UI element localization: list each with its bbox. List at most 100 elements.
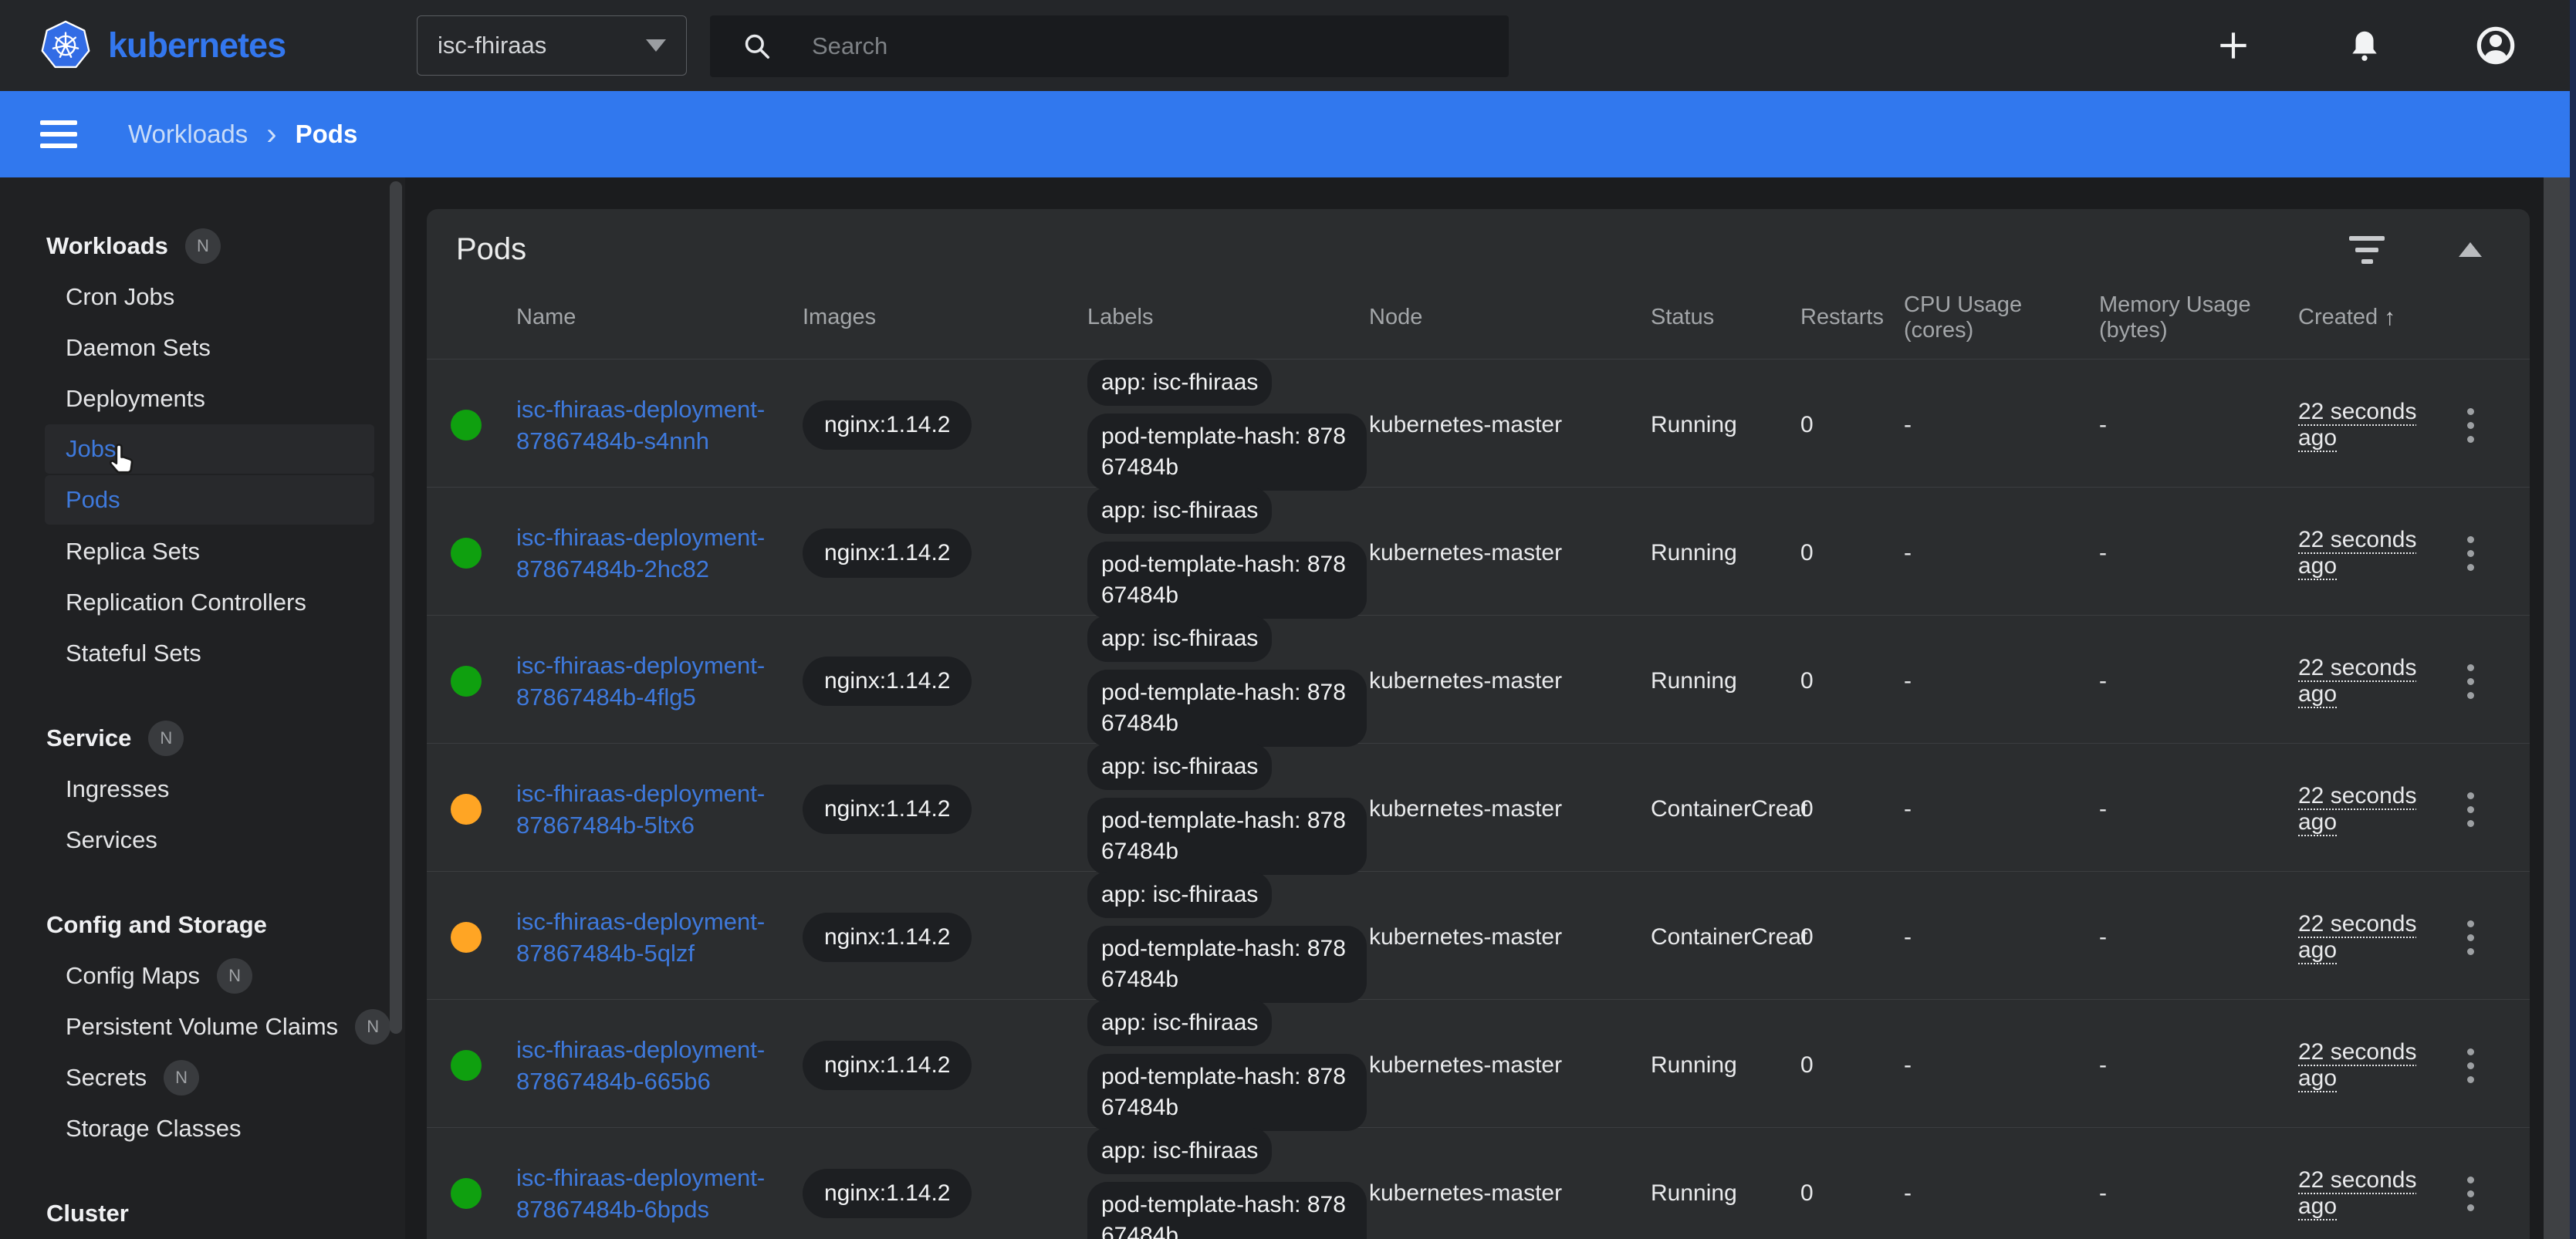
memory-cell: - (2099, 540, 2298, 566)
sidebar-item-replica-sets[interactable]: Replica Sets (0, 526, 405, 577)
sidebar-scrollbar[interactable] (390, 181, 402, 1034)
node-cell: kubernetes-master (1369, 412, 1651, 438)
pods-card: Pods Name Images Labels Node Status Rest… (427, 209, 2530, 1239)
sidebar-item-ingresses[interactable]: Ingresses (0, 764, 405, 815)
node-cell: kubernetes-master (1369, 924, 1651, 950)
sidebar-item-cron-jobs[interactable]: Cron Jobs (0, 272, 405, 322)
pod-name-link[interactable]: isc-fhiraas-deployment-87867484b-665b6 (516, 1034, 783, 1097)
search-icon (742, 32, 772, 61)
sidebar-item-storage-classes[interactable]: Storage Classes (0, 1103, 405, 1154)
row-menu-button[interactable] (2466, 792, 2530, 827)
created-cell: 22 seconds ago (2298, 911, 2429, 964)
col-header-memory[interactable]: Memory Usage (bytes) (2099, 292, 2298, 343)
col-header-name[interactable]: Name (516, 305, 803, 330)
sidebar-section-workloads: Workloads N (0, 221, 405, 272)
label-chip: pod-template-hash: 87867484b (1087, 926, 1367, 1003)
sidebar-item-persistent-volume-claims[interactable]: Persistent Volume Claims N (0, 1001, 405, 1052)
sidebar-item-services[interactable]: Services (0, 815, 405, 866)
account-button[interactable] (2476, 25, 2516, 66)
memory-cell: - (2099, 796, 2298, 822)
chevron-right-icon: › (266, 119, 276, 150)
sidebar-item-config-maps[interactable]: Config Maps N (0, 950, 405, 1001)
sidebar-section-cluster: Cluster (0, 1188, 405, 1239)
menu-hamburger-button[interactable] (40, 120, 77, 148)
memory-cell: - (2099, 1180, 2298, 1207)
status-dot (451, 538, 482, 569)
namespaced-badge: N (164, 1060, 199, 1096)
col-header-images[interactable]: Images (803, 305, 1087, 330)
node-cell: kubernetes-master (1369, 1180, 1651, 1207)
search-bar[interactable]: Search (710, 15, 1509, 77)
pod-name-link[interactable]: isc-fhiraas-deployment-87867484b-5qlzf (516, 906, 783, 969)
pod-name-link[interactable]: isc-fhiraas-deployment-87867484b-4flg5 (516, 650, 783, 713)
cpu-cell: - (1904, 796, 2099, 822)
page-scrollbar[interactable] (2544, 177, 2570, 1239)
col-header-restarts[interactable]: Restarts (1800, 305, 1904, 330)
col-header-created[interactable]: Created ↑ (2298, 305, 2466, 331)
pod-name-link[interactable]: isc-fhiraas-deployment-87867484b-5ltx6 (516, 778, 783, 841)
image-chip: nginx:1.14.2 (803, 400, 972, 450)
label-chip: app: isc-fhiraas (1087, 1128, 1272, 1174)
breadcrumb-bar: Workloads › Pods (0, 91, 2570, 177)
node-cell: kubernetes-master (1369, 1052, 1651, 1079)
created-cell: 22 seconds ago (2298, 527, 2429, 579)
row-menu-button[interactable] (2466, 664, 2530, 699)
table-row[interactable]: isc-fhiraas-deployment-87867484b-4flg5 n… (427, 616, 2530, 744)
table-row[interactable]: isc-fhiraas-deployment-87867484b-665b6 n… (427, 1000, 2530, 1128)
pod-name-link[interactable]: isc-fhiraas-deployment-87867484b-s4nnh (516, 393, 783, 457)
section-title: Service (46, 724, 131, 752)
pod-name-link[interactable]: isc-fhiraas-deployment-87867484b-6bpds (516, 1162, 783, 1225)
memory-cell: - (2099, 1052, 2298, 1079)
breadcrumb-workloads-link[interactable]: Workloads (128, 120, 248, 149)
created-cell: 22 seconds ago (2298, 1167, 2429, 1220)
col-header-cpu[interactable]: CPU Usage (cores) (1904, 292, 2099, 343)
col-header-node[interactable]: Node (1369, 305, 1651, 330)
item-label: Persistent Volume Claims (66, 1013, 338, 1041)
table-row[interactable]: isc-fhiraas-deployment-87867484b-5ltx6 n… (427, 744, 2530, 872)
collapse-card-icon[interactable] (2459, 242, 2482, 257)
sidebar-item-secrets[interactable]: Secrets N (0, 1052, 405, 1103)
sidebar-item-replication-controllers[interactable]: Replication Controllers (0, 577, 405, 628)
breadcrumb-current-page: Pods (296, 120, 358, 149)
row-menu-button[interactable] (2466, 1048, 2530, 1083)
col-header-status[interactable]: Status (1651, 305, 1800, 330)
image-chip: nginx:1.14.2 (803, 785, 972, 834)
image-chip: nginx:1.14.2 (803, 1169, 972, 1218)
plus-icon (2214, 26, 2253, 65)
col-header-labels[interactable]: Labels (1087, 305, 1369, 330)
memory-cell: - (2099, 412, 2298, 438)
filter-icon[interactable] (2349, 236, 2385, 264)
namespace-selector[interactable]: isc-fhiraas (417, 15, 687, 76)
label-chip: app: isc-fhiraas (1087, 1000, 1272, 1046)
label-chip: pod-template-hash: 87867484b (1087, 414, 1367, 491)
kubernetes-helm-icon (40, 20, 91, 71)
status-dot (451, 922, 482, 953)
created-cell: 22 seconds ago (2298, 783, 2429, 836)
notifications-button[interactable] (2344, 25, 2385, 66)
row-menu-button[interactable] (2466, 1177, 2530, 1211)
namespaced-badge: N (217, 958, 252, 994)
label-chip: pod-template-hash: 87867484b (1087, 1182, 1367, 1239)
sidebar-item-daemon-sets[interactable]: Daemon Sets (0, 322, 405, 373)
sort-ascending-icon: ↑ (2384, 305, 2395, 331)
sidebar-item-pods[interactable]: Pods (45, 475, 374, 525)
sidebar-item-jobs[interactable]: Jobs (45, 424, 374, 474)
memory-cell: - (2099, 924, 2298, 950)
row-menu-button[interactable] (2466, 920, 2530, 955)
kubernetes-logo[interactable]: kubernetes (40, 20, 286, 71)
card-title: Pods (456, 232, 526, 267)
row-menu-button[interactable] (2466, 536, 2530, 571)
row-menu-button[interactable] (2466, 408, 2530, 443)
table-row[interactable]: isc-fhiraas-deployment-87867484b-5qlzf n… (427, 872, 2530, 1000)
table-row[interactable]: isc-fhiraas-deployment-87867484b-6bpds n… (427, 1128, 2530, 1239)
sidebar-item-deployments[interactable]: Deployments (0, 373, 405, 424)
table-row[interactable]: isc-fhiraas-deployment-87867484b-s4nnh n… (427, 360, 2530, 488)
created-label: Created (2298, 305, 2378, 330)
create-resource-button[interactable] (2213, 25, 2253, 66)
image-chip: nginx:1.14.2 (803, 528, 972, 578)
pod-name-link[interactable]: isc-fhiraas-deployment-87867484b-2hc82 (516, 522, 783, 585)
sidebar-item-stateful-sets[interactable]: Stateful Sets (0, 628, 405, 679)
status-cell: Running (1651, 1052, 1800, 1079)
status-dot (451, 794, 482, 825)
table-row[interactable]: isc-fhiraas-deployment-87867484b-2hc82 n… (427, 488, 2530, 616)
